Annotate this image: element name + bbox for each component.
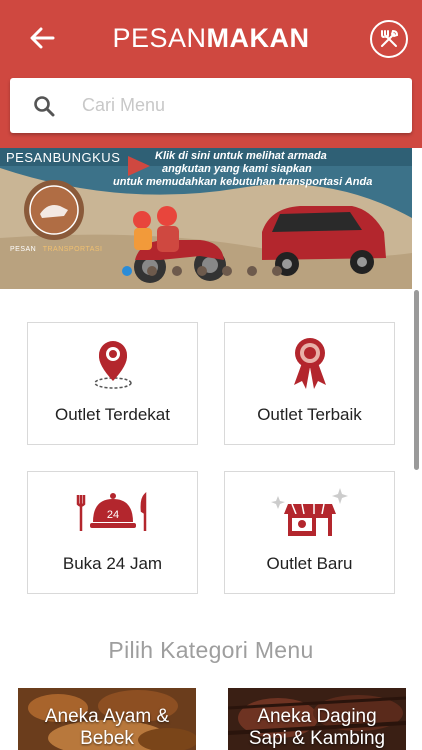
carousel-dot[interactable] xyxy=(272,266,282,276)
scrollbar[interactable] xyxy=(414,290,419,470)
search-icon xyxy=(32,94,56,118)
award-ribbon-icon xyxy=(293,338,326,389)
category-line-2: Sapi & Kambing xyxy=(248,728,386,749)
tile-outlet-terdekat[interactable]: Outlet Terdekat xyxy=(27,322,198,445)
carousel-dot[interactable] xyxy=(222,266,232,276)
category-line-2: Bebek xyxy=(80,728,134,749)
search-input[interactable] xyxy=(82,95,382,116)
carousel-dot[interactable] xyxy=(247,266,257,276)
category-line-1: Aneka Daging xyxy=(257,706,377,727)
banner-logo-caption: PESAN TRANSPORTASI xyxy=(10,246,103,253)
section-title: Pilih Kategori Menu xyxy=(108,637,314,663)
tile-outlet-terbaik[interactable]: Outlet Terbaik xyxy=(224,322,395,445)
tile-buka-24-jam[interactable]: 24 Buka 24 Jam xyxy=(27,471,198,594)
promo-banner[interactable]: PESANBUNGKUS Klik di sini untuk melihat … xyxy=(0,148,412,289)
category-line-1: Aneka Ayam & xyxy=(44,706,170,727)
tile-label: Outlet Baru xyxy=(266,554,353,573)
category-aneka-ayam[interactable]: Aneka Ayam & Bebek xyxy=(18,688,196,750)
svg-text:24: 24 xyxy=(106,509,118,521)
caption-a: PESAN xyxy=(10,246,37,253)
app-logo: PESANMAKAN xyxy=(0,22,422,54)
carousel-dots xyxy=(122,266,282,276)
menu-utensils-button[interactable] xyxy=(370,20,408,58)
tile-label: Outlet Terdekat xyxy=(55,405,170,424)
banner-line-1: Klik di sini untuk melihat armada xyxy=(155,150,327,162)
banner-tag: PESANBUNGKUS xyxy=(6,150,121,165)
carousel-dot[interactable] xyxy=(197,266,207,276)
tile-label: Outlet Terbaik xyxy=(257,405,362,424)
carousel-dot[interactable] xyxy=(147,266,157,276)
category-label: Aneka Ayam & Bebek xyxy=(18,706,196,750)
app-header: PESANMAKAN xyxy=(0,0,422,148)
new-store-icon xyxy=(270,488,348,536)
banner-line-2: angkutan yang kami siapkan xyxy=(162,163,312,175)
category-aneka-daging[interactable]: Aneka Daging Sapi & Kambing xyxy=(228,688,406,750)
banner-line-3: untuk memudahkan kebutuhan transportasi … xyxy=(113,176,373,188)
location-pin-icon xyxy=(93,341,132,389)
tile-outlet-baru[interactable]: Outlet Baru xyxy=(224,471,395,594)
brand-light: PESAN xyxy=(112,23,207,53)
fork-knife-icon xyxy=(381,29,399,47)
tile-label: Buka 24 Jam xyxy=(62,554,163,573)
category-label: Aneka Daging Sapi & Kambing xyxy=(228,706,406,750)
cloche-24-icon: 24 xyxy=(76,491,146,531)
brand-bold: MAKAN xyxy=(206,23,310,53)
carousel-dot[interactable] xyxy=(122,266,132,276)
search-bar[interactable] xyxy=(10,78,412,133)
caption-b: TRANSPORTASI xyxy=(42,246,103,253)
carousel-dot[interactable] xyxy=(172,266,182,276)
